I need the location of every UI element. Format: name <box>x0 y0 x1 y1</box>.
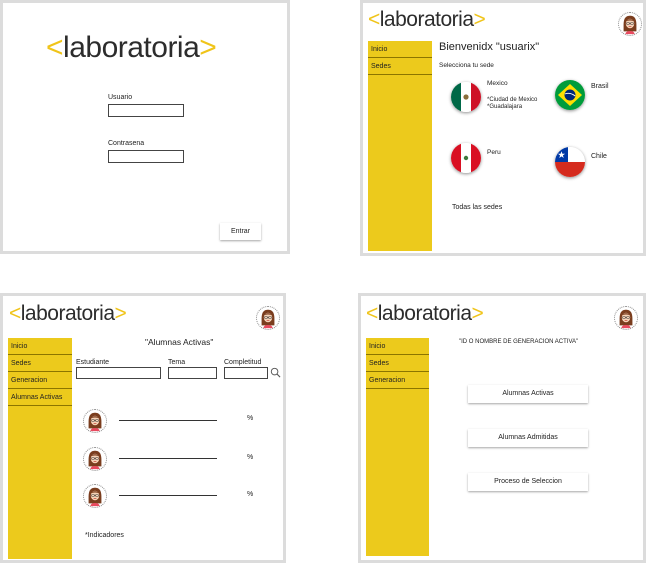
student-avatar <box>83 484 107 508</box>
student-filter-label: Estudiante <box>76 359 110 366</box>
sidebar-item-inicio[interactable]: Inicio <box>8 338 72 355</box>
student-progress-line <box>119 420 217 421</box>
generacion-screen: <laboratoria> Inicio Sedes Generacion "I… <box>358 293 646 563</box>
brazil-flag-icon[interactable] <box>555 80 585 110</box>
sidebar: Inicio Sedes Generacion Alumnas Activas <box>8 338 72 559</box>
sidebar: Inicio Sedes Generacion <box>366 338 429 556</box>
avatar[interactable] <box>614 306 638 330</box>
page-title: "Alumnas Activas" <box>145 337 214 347</box>
all-sedes-link[interactable]: Todas las sedes <box>452 204 502 211</box>
country-name[interactable]: Peru <box>487 149 501 156</box>
city-item[interactable]: *Guadalajara <box>487 104 522 111</box>
peru-flag-icon[interactable] <box>451 143 481 173</box>
topic-filter-label: Tema <box>168 359 186 366</box>
student-avatar-icon <box>88 487 102 507</box>
country-name[interactable]: Chile <box>591 153 607 160</box>
user-avatar-icon <box>261 309 275 329</box>
student-avatar-icon <box>88 450 102 470</box>
student-avatar <box>83 409 107 433</box>
sidebar-item-generacion[interactable]: Generacion <box>8 372 72 389</box>
sidebar-item-sedes[interactable]: Sedes <box>368 58 432 75</box>
sidebar-item-generacion[interactable]: Generacion <box>366 372 429 389</box>
laboratoria-logo: <laboratoria> <box>368 8 486 31</box>
city-item[interactable]: *Ciudad de Mexico <box>487 97 537 104</box>
student-progress-line <box>119 495 217 496</box>
sidebar-item-alumnas-activas[interactable]: Alumnas Activas <box>8 389 72 406</box>
percent-value: % <box>247 454 254 461</box>
password-input[interactable] <box>108 150 184 163</box>
chile-flag-icon[interactable] <box>555 147 585 177</box>
avatar[interactable] <box>256 306 280 330</box>
laboratoria-logo: <laboratoria> <box>366 302 484 325</box>
alumnas-admitidas-button[interactable]: Alumnas Admitidas <box>468 429 588 447</box>
search-icon[interactable] <box>270 367 281 378</box>
sidebar-item-inicio[interactable]: Inicio <box>368 41 432 58</box>
completeness-filter-label: Completitud <box>224 359 262 366</box>
student-avatar-icon <box>88 412 102 432</box>
sedes-screen: <laboratoria> Inicio Sedes Bienvenidx "u… <box>360 0 646 256</box>
avatar[interactable] <box>618 12 642 36</box>
user-avatar-icon <box>619 309 633 329</box>
login-button[interactable]: Entrar <box>220 223 261 240</box>
username-input[interactable] <box>108 104 184 117</box>
indicators-note: *Indicadores <box>85 532 124 539</box>
completeness-filter-input[interactable] <box>224 367 268 379</box>
login-screen: <laboratoria> Usuario Contrasena Entrar <box>0 0 290 254</box>
generation-title: "ID O NOMBRE DE GENERACION ACTIVA" <box>459 339 579 345</box>
select-sede-prompt: Selecciona tu sede <box>439 62 494 69</box>
country-name[interactable]: Mexico <box>487 80 508 87</box>
percent-value: % <box>247 491 254 498</box>
percent-value: % <box>247 415 254 422</box>
topic-filter-input[interactable] <box>168 367 217 379</box>
laboratoria-logo: <laboratoria> <box>46 31 217 64</box>
sidebar-item-sedes[interactable]: Sedes <box>366 355 429 372</box>
country-name[interactable]: Brasil <box>591 83 609 90</box>
user-avatar-icon <box>623 15 637 35</box>
student-avatar <box>83 447 107 471</box>
sidebar: Inicio Sedes <box>368 41 432 251</box>
username-label: Usuario <box>108 94 133 101</box>
laboratoria-logo: <laboratoria> <box>9 302 127 325</box>
greeting-title: Bienvenidx "usuarix" <box>439 41 540 53</box>
proceso-seleccion-button[interactable]: Proceso de Seleccion <box>468 473 588 491</box>
sidebar-item-inicio[interactable]: Inicio <box>366 338 429 355</box>
sidebar-item-sedes[interactable]: Sedes <box>8 355 72 372</box>
student-progress-line <box>119 458 217 459</box>
password-label: Contrasena <box>108 140 145 147</box>
student-filter-input[interactable] <box>76 367 161 379</box>
mexico-flag-icon[interactable] <box>451 82 481 112</box>
alumnas-activas-screen: <laboratoria> Inicio Sedes Generacion Al… <box>0 293 286 563</box>
alumnas-activas-button[interactable]: Alumnas Activas <box>468 385 588 403</box>
